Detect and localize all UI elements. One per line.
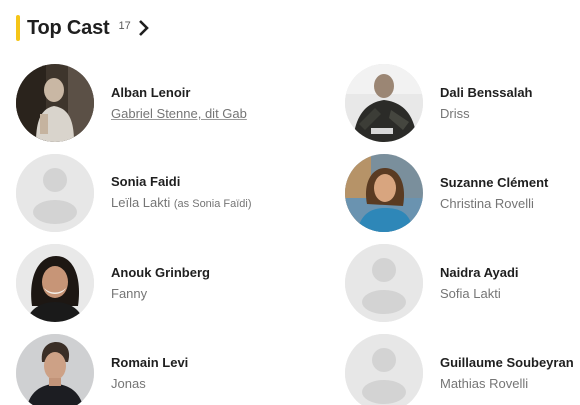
character-name[interactable]: Leïla Lakti: [111, 195, 170, 210]
actor-name[interactable]: Anouk Grinberg: [111, 264, 210, 282]
actor-photo[interactable]: [16, 64, 94, 142]
cast-item[interactable]: Anouk Grinberg Fanny: [16, 238, 345, 328]
actor-photo[interactable]: [16, 334, 94, 405]
chevron-right-icon[interactable]: [137, 19, 151, 37]
cast-item[interactable]: Guillaume Soubeyran Mathias Rovelli: [345, 328, 574, 405]
cast-item[interactable]: Sonia Faidi Leïla Lakti (as Sonia Faïdi): [16, 148, 345, 238]
character-name-link[interactable]: Gabriel Stenne, dit Gab: [111, 106, 247, 121]
person-placeholder-icon: [16, 154, 94, 232]
person-placeholder-icon: [345, 244, 423, 322]
character-name[interactable]: Jonas: [111, 376, 146, 391]
cast-grid: Alban Lenoir Gabriel Stenne, dit Gab Dal…: [16, 58, 574, 405]
actor-photo[interactable]: [345, 154, 423, 232]
actor-name[interactable]: Alban Lenoir: [111, 84, 247, 102]
actor-name[interactable]: Sonia Faidi: [111, 173, 252, 191]
actor-name[interactable]: Naidra Ayadi: [440, 264, 519, 282]
cast-item[interactable]: Naidra Ayadi Sofia Lakti: [345, 238, 570, 328]
character-name[interactable]: Mathias Rovelli: [440, 376, 528, 391]
actor-photo-placeholder[interactable]: [16, 154, 94, 232]
top-cast-section: Top Cast 17 Alban Lenoir Gabriel Stenne,: [0, 0, 580, 405]
title-accent-bar: [16, 15, 20, 41]
actor-photo-placeholder[interactable]: [345, 334, 423, 405]
character-name[interactable]: Sofia Lakti: [440, 286, 501, 301]
actor-photo-placeholder[interactable]: [345, 244, 423, 322]
character-name[interactable]: Fanny: [111, 286, 147, 301]
actor-name[interactable]: Suzanne Clément: [440, 174, 548, 192]
actor-photo[interactable]: [345, 64, 423, 142]
cast-count: 17: [118, 20, 131, 32]
cast-item[interactable]: Alban Lenoir Gabriel Stenne, dit Gab: [16, 58, 345, 148]
actor-name[interactable]: Romain Levi: [111, 354, 188, 372]
character-name[interactable]: Christina Rovelli: [440, 196, 534, 211]
person-placeholder-icon: [345, 334, 423, 405]
actor-name[interactable]: Guillaume Soubeyran: [440, 354, 574, 372]
section-title: Top Cast: [27, 16, 110, 39]
cast-item[interactable]: Romain Levi Jonas: [16, 328, 345, 405]
credit-note: (as Sonia Faïdi): [173, 198, 252, 210]
character-name[interactable]: Driss: [440, 106, 470, 121]
actor-photo[interactable]: [16, 244, 94, 322]
actor-name[interactable]: Dali Benssalah: [440, 84, 533, 102]
top-cast-header[interactable]: Top Cast 17: [16, 14, 151, 42]
cast-item[interactable]: Suzanne Clément Christina Rovelli: [345, 148, 570, 238]
cast-item[interactable]: Dali Benssalah Driss: [345, 58, 570, 148]
